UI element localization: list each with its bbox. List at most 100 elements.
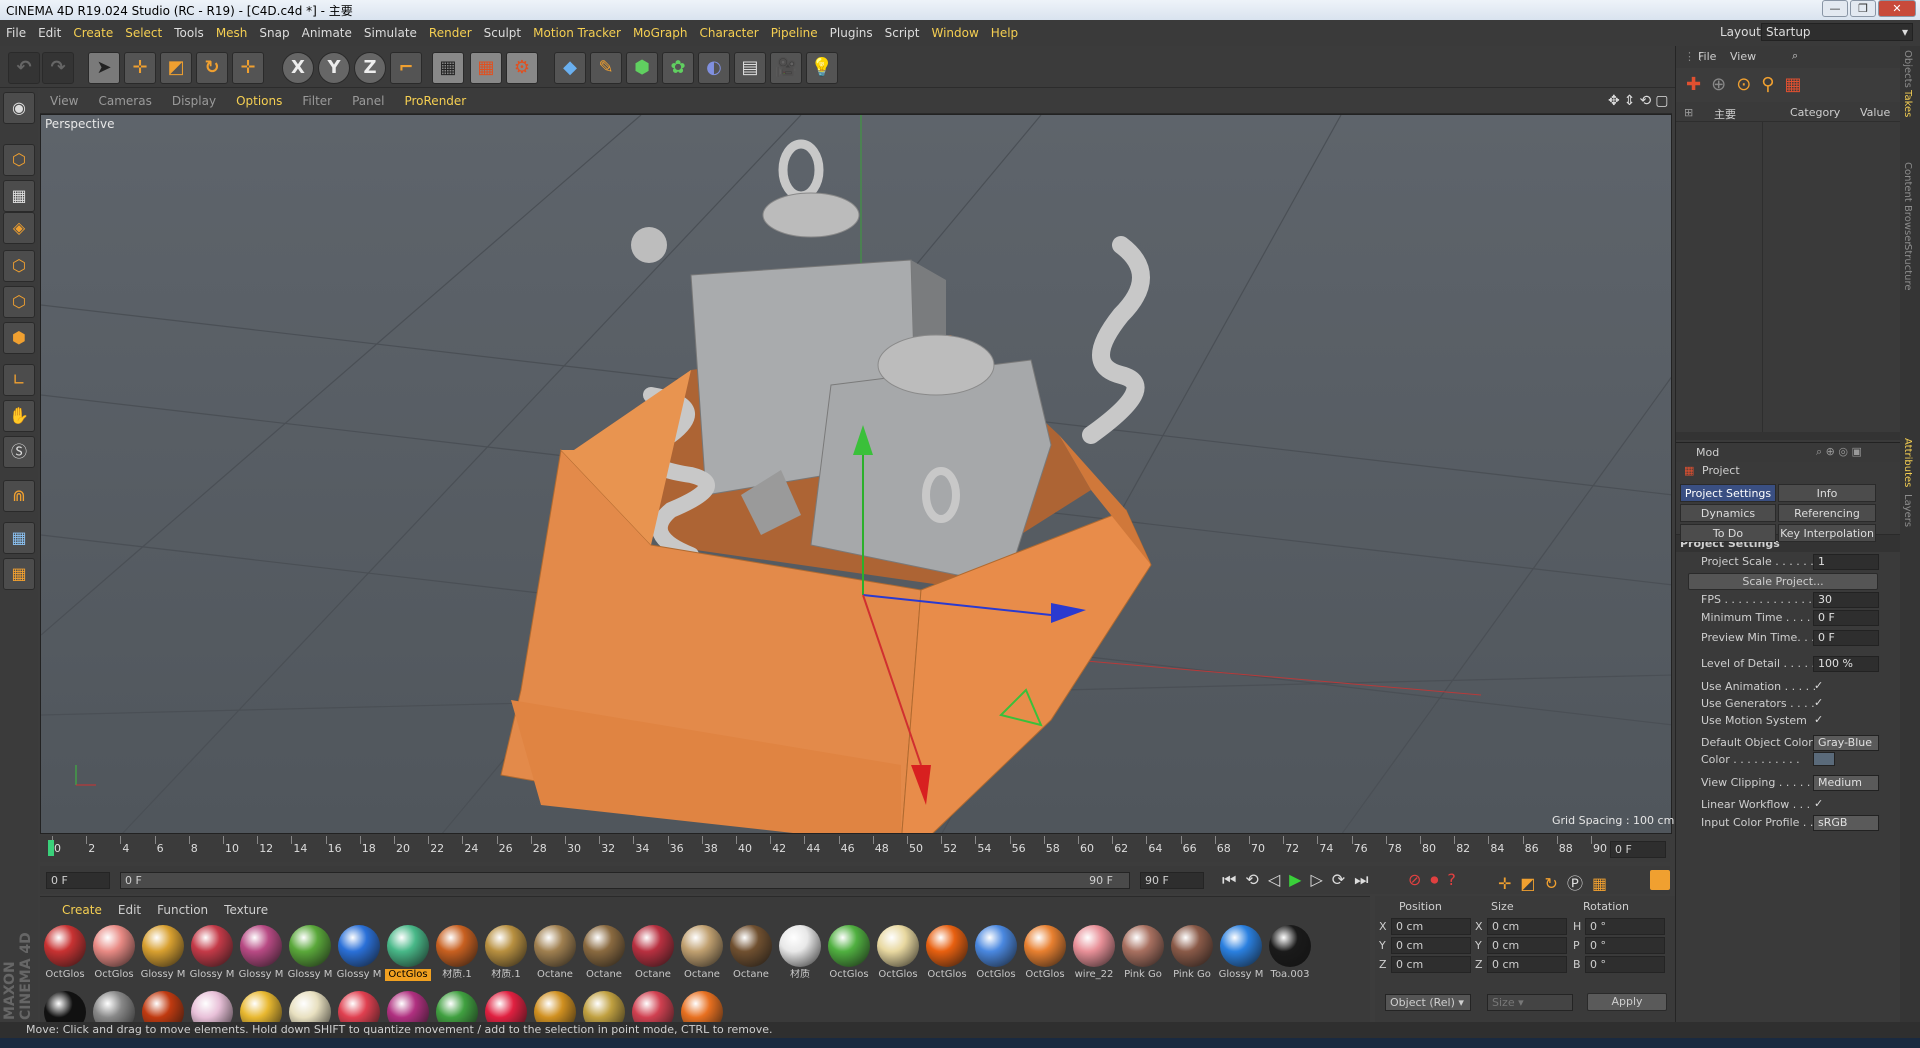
material-swatch[interactable]: Glossy M [287,923,333,981]
side-tab-structure[interactable]: Structure [1902,244,1913,291]
menu-window[interactable]: Window [925,20,984,46]
main-take-item[interactable]: 主要 [1714,106,1736,122]
material-swatch[interactable]: OctGlos [91,923,137,981]
cloner-icon[interactable]: ✿ [662,52,694,84]
material-swatch[interactable]: OctGlos [42,923,88,981]
render-icon[interactable]: ▦ [1784,74,1811,95]
goto-start-icon[interactable]: ⏮ [1222,870,1245,889]
menu-mograph[interactable]: MoGraph [627,20,694,46]
checkbox[interactable]: ✓ [1814,697,1826,709]
menu-edit[interactable]: Edit [32,20,67,46]
range-slider[interactable]: 0 F 90 F [120,872,1130,889]
playhead-marker[interactable] [48,840,54,856]
material-swatch[interactable]: OctGlos [826,923,872,981]
next-frame-icon[interactable]: ▷ [1310,870,1331,889]
position-y-field[interactable]: 0 cm [1391,937,1471,954]
material-swatch[interactable]: Octane [581,923,627,981]
select-tool-icon[interactable]: ➤ [88,52,120,84]
current-frame-field[interactable]: 0 F [1610,841,1666,858]
z-axis-lock-icon[interactable]: Z [354,52,386,84]
menu-motion-tracker[interactable]: Motion Tracker [527,20,627,46]
material-swatch[interactable]: OctGlos [875,923,921,981]
tweak-mode-icon[interactable]: ✋ [3,400,35,432]
material-swatch[interactable] [581,989,627,1023]
goto-end-icon[interactable]: ⏭ [1354,870,1377,889]
camera-icon[interactable]: 🎥 [770,52,802,84]
keyframe-controls[interactable]: ⊘⏺? [1408,870,1465,890]
search-icon[interactable]: ⌕ [1792,49,1798,63]
position-z-field[interactable]: 0 cm [1391,956,1471,973]
material-swatch[interactable]: 材质.1 [434,923,480,981]
autokey-icon[interactable]: ⏺ [1430,870,1447,889]
viewport-menu-options[interactable]: Options [226,88,292,114]
expand-icon[interactable]: ⊞ [1684,106,1693,119]
key-type-controls[interactable]: ✛◩↻Ⓟ▦ [1498,870,1616,894]
apply-button[interactable]: Apply [1587,993,1667,1011]
rotate-tool-icon[interactable]: ↻ [196,52,228,84]
redo-icon[interactable]: ↷ [42,52,74,84]
material-swatch[interactable]: Glossy M [1218,923,1264,981]
menu-snap[interactable]: Snap [253,20,295,46]
attr-field[interactable]: 0 F [1813,610,1879,626]
material-swatch[interactable]: OctGlos [924,923,970,981]
key-rotation-icon[interactable]: ↻ [1545,874,1567,893]
tag-icon[interactable]: ⊙ [1736,74,1761,95]
menu-create[interactable]: Create [67,20,119,46]
menu-mesh[interactable]: Mesh [210,20,254,46]
maximize-button[interactable]: ❐ [1850,0,1876,17]
take-icon[interactable]: ✚ [1686,74,1711,95]
material-swatch[interactable]: Glossy M [189,923,235,981]
size-z-field[interactable]: 0 cm [1487,956,1567,973]
material-swatch[interactable]: OctGlos [385,923,431,981]
objects-view-menu[interactable]: View [1730,50,1756,63]
key-position-icon[interactable]: ✛ [1498,874,1520,893]
points-mode-icon[interactable]: ⬡ [3,250,35,282]
coordinate-system-icon[interactable]: ⌐ [390,52,422,84]
material-swatch[interactable] [91,989,137,1023]
scale-project-button[interactable]: Scale Project... [1688,573,1878,590]
tab-project-settings[interactable]: Project Settings [1680,484,1776,502]
material-swatch[interactable] [336,989,382,1023]
material-swatch[interactable]: wire_22 [1071,923,1117,981]
color-swatch[interactable] [1813,752,1835,766]
material-swatch[interactable] [385,989,431,1023]
material-swatch[interactable] [434,989,480,1023]
attr-dropdown[interactable]: Gray-Blue [1813,735,1879,751]
material-swatch[interactable]: Octane [532,923,578,981]
menu-file[interactable]: File [0,20,32,46]
render-tag-icon[interactable]: ⚲ [1761,74,1784,95]
material-swatch[interactable]: Octane [679,923,725,981]
key-pla-icon[interactable]: ▦ [1592,874,1616,893]
playback-controls[interactable]: ⏮⟲◁▶▷⟳⏭ [1222,870,1378,890]
texture-mode-icon[interactable]: ▦ [3,180,35,212]
side-tab-objects[interactable]: Objects [1902,50,1913,88]
cube-object-icon[interactable]: ◆ [554,52,586,84]
planar-workplane-icon[interactable]: ▦ [3,558,35,590]
solo-mode-icon[interactable]: Ⓢ [3,436,35,468]
minimize-button[interactable]: — [1822,0,1848,17]
key-scale-icon[interactable]: ◩ [1520,874,1544,893]
material-swatch[interactable]: Pink Go [1120,923,1166,981]
make-editable-icon[interactable]: ◉ [3,92,35,124]
size-y-field[interactable]: 0 cm [1487,937,1567,954]
start-frame-field[interactable]: 0 F [46,872,110,889]
floor-icon[interactable]: ▤ [734,52,766,84]
tab-dynamics[interactable]: Dynamics [1680,504,1776,522]
attr-field[interactable]: 0 F [1813,630,1879,646]
viewport-menu-view[interactable]: View [40,88,88,114]
material-swatch[interactable]: Glossy M [140,923,186,981]
material-swatch[interactable]: OctGlos [973,923,1019,981]
material-swatch[interactable] [630,989,676,1023]
material-swatch[interactable] [483,989,529,1023]
axis-mode-icon[interactable]: ∟ [3,364,35,396]
tab-key-interpolation[interactable]: Key Interpolation [1778,524,1876,542]
menu-pipeline[interactable]: Pipeline [765,20,824,46]
menu-help[interactable]: Help [985,20,1024,46]
snap-icon[interactable]: ⋒ [3,480,35,512]
viewport-menu-filter[interactable]: Filter [292,88,342,114]
material-swatch[interactable] [189,989,235,1023]
attr-field[interactable]: 1 [1813,554,1879,570]
polygons-mode-icon[interactable]: ⬢ [3,322,35,354]
play-icon[interactable]: ▶ [1289,870,1310,889]
rotation-h-field[interactable]: 0 ° [1585,918,1665,935]
